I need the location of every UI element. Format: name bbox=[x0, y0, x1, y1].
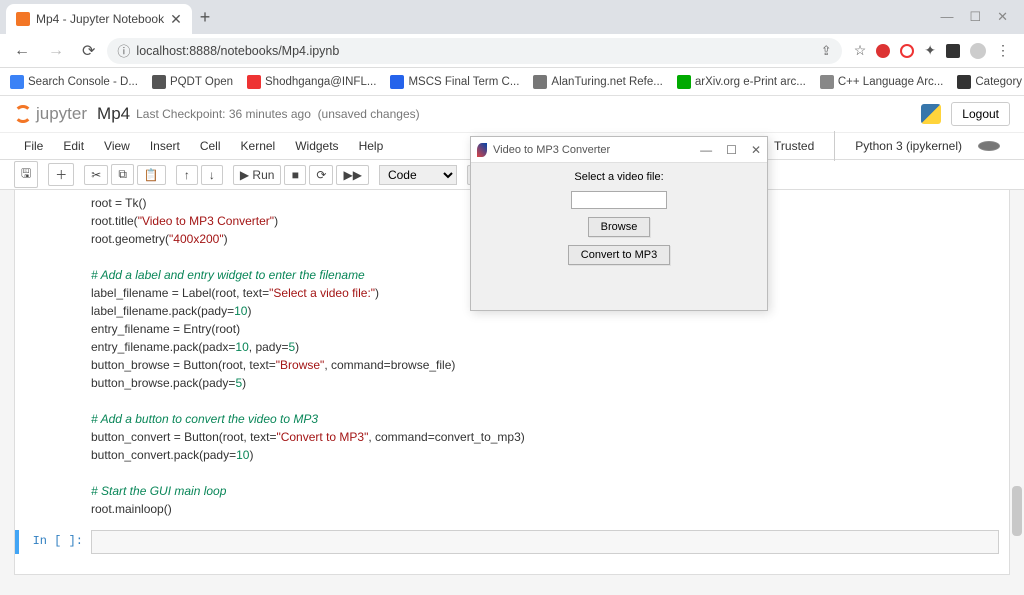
move-down-button[interactable]: ↓ bbox=[201, 165, 223, 185]
close-window-button[interactable]: ✕ bbox=[997, 9, 1008, 25]
bookmark-item[interactable]: AlanTuring.net Refe... bbox=[533, 75, 662, 89]
stop-button[interactable]: ■ bbox=[284, 165, 306, 185]
copy-button[interactable]: ⧉ bbox=[111, 164, 134, 185]
menu-edit[interactable]: Edit bbox=[53, 135, 94, 157]
extensions-icon[interactable]: ✦ bbox=[924, 42, 936, 59]
new-tab-button[interactable]: + bbox=[200, 7, 211, 28]
share-icon[interactable]: ⇪ bbox=[821, 43, 832, 59]
address-bar: ← → ⟳ ⓘ localhost:8888/notebooks/Mp4.ipy… bbox=[0, 34, 1024, 68]
browser-tab[interactable]: Mp4 - Jupyter Notebook ✕ bbox=[6, 4, 192, 34]
menu-insert[interactable]: Insert bbox=[140, 135, 190, 157]
menu-cell[interactable]: Cell bbox=[190, 135, 231, 157]
move-up-button[interactable]: ↑ bbox=[176, 165, 198, 185]
kernel-status-icon bbox=[978, 141, 1000, 151]
bookmark-item[interactable]: Shodhganga@INFL... bbox=[247, 75, 376, 89]
kernel-indicator[interactable]: Python 3 (ipykernel) bbox=[834, 131, 1010, 161]
back-button[interactable]: ← bbox=[8, 38, 36, 64]
bookmark-item[interactable]: MSCS Final Term C... bbox=[390, 75, 519, 89]
run-button[interactable]: ▶ Run bbox=[233, 165, 282, 185]
bookmark-item[interactable]: arXiv.org e-Print arc... bbox=[677, 75, 806, 89]
tab-title: Mp4 - Jupyter Notebook bbox=[36, 12, 164, 26]
extension-icon-2[interactable] bbox=[900, 44, 914, 58]
jupyter-favicon bbox=[16, 12, 30, 26]
tab-strip: Mp4 - Jupyter Notebook ✕ + — ☐ ✕ bbox=[0, 0, 1024, 34]
bookmark-item[interactable]: Category Index - OL... bbox=[957, 75, 1024, 89]
tk-convert-button[interactable]: Convert to MP3 bbox=[568, 245, 670, 265]
close-tab-icon[interactable]: ✕ bbox=[170, 11, 182, 28]
address-bar-icons: ☆ ✦ ⋮ bbox=[848, 42, 1016, 59]
extension-icon-3[interactable] bbox=[946, 44, 960, 58]
tk-titlebar[interactable]: Video to MP3 Converter — ☐ ✕ bbox=[471, 137, 767, 163]
profile-avatar[interactable] bbox=[970, 43, 986, 59]
bookmark-item[interactable]: C++ Language Arc... bbox=[820, 75, 944, 89]
browser-menu-icon[interactable]: ⋮ bbox=[996, 42, 1010, 59]
notebook-title[interactable]: Mp4 bbox=[97, 104, 130, 124]
forward-button[interactable]: → bbox=[42, 38, 70, 64]
tk-close-button[interactable]: ✕ bbox=[751, 143, 761, 157]
add-cell-button[interactable]: ＋ bbox=[48, 163, 74, 186]
cell-prompt: In [ ]: bbox=[15, 530, 91, 554]
menu-kernel[interactable]: Kernel bbox=[231, 135, 286, 157]
url-field[interactable]: ⓘ localhost:8888/notebooks/Mp4.ipynb ⇪ bbox=[107, 38, 841, 64]
bookmark-item[interactable]: PQDT Open bbox=[152, 75, 233, 89]
cut-button[interactable]: ✂ bbox=[84, 165, 108, 185]
tk-select-file-label: Select a video file: bbox=[574, 171, 663, 183]
site-info-icon[interactable]: ⓘ bbox=[117, 41, 130, 60]
logout-button[interactable]: Logout bbox=[951, 102, 1010, 126]
save-button[interactable]: 🖫 bbox=[14, 161, 38, 188]
url-text: localhost:8888/notebooks/Mp4.ipynb bbox=[136, 44, 339, 58]
window-controls: — ☐ ✕ bbox=[940, 9, 1018, 25]
page-scrollbar[interactable] bbox=[1012, 486, 1022, 536]
tk-minimize-button[interactable]: — bbox=[700, 143, 712, 157]
tk-browse-button[interactable]: Browse bbox=[588, 217, 651, 237]
bookmark-item[interactable]: Search Console - D... bbox=[10, 75, 138, 89]
paste-button[interactable]: 📋 bbox=[137, 165, 166, 185]
python-logo-icon bbox=[921, 104, 941, 124]
tk-feather-icon bbox=[477, 143, 487, 157]
menu-file[interactable]: File bbox=[14, 135, 53, 157]
restart-run-all-button[interactable]: ▶▶ bbox=[336, 165, 368, 185]
tkinter-window: Video to MP3 Converter — ☐ ✕ Select a vi… bbox=[470, 136, 768, 311]
reload-button[interactable]: ⟳ bbox=[76, 37, 101, 65]
cell-type-select[interactable]: Code bbox=[379, 165, 457, 185]
extension-icon-1[interactable] bbox=[876, 44, 890, 58]
menu-help[interactable]: Help bbox=[349, 135, 394, 157]
checkpoint-text: Last Checkpoint: 36 minutes ago (unsaved… bbox=[136, 107, 420, 121]
jupyter-logo-icon bbox=[14, 105, 32, 123]
minimize-button[interactable]: — bbox=[940, 9, 953, 25]
restart-button[interactable]: ⟳ bbox=[309, 165, 333, 185]
menu-view[interactable]: View bbox=[94, 135, 140, 157]
tk-filename-entry[interactable] bbox=[571, 191, 667, 209]
cell-input-area[interactable] bbox=[91, 530, 999, 554]
bookmarks-bar: Search Console - D... PQDT Open Shodhgan… bbox=[0, 68, 1024, 96]
jupyter-header: jupyter Mp4 Last Checkpoint: 36 minutes … bbox=[0, 96, 1024, 132]
tk-window-title: Video to MP3 Converter bbox=[493, 144, 610, 156]
tk-maximize-button[interactable]: ☐ bbox=[726, 143, 737, 157]
empty-code-cell[interactable]: In [ ]: bbox=[15, 530, 1009, 554]
jupyter-logo[interactable]: jupyter bbox=[14, 104, 87, 124]
trusted-indicator[interactable]: Trusted bbox=[764, 135, 824, 157]
star-icon[interactable]: ☆ bbox=[854, 42, 867, 59]
menu-widgets[interactable]: Widgets bbox=[285, 135, 348, 157]
maximize-button[interactable]: ☐ bbox=[969, 9, 981, 25]
